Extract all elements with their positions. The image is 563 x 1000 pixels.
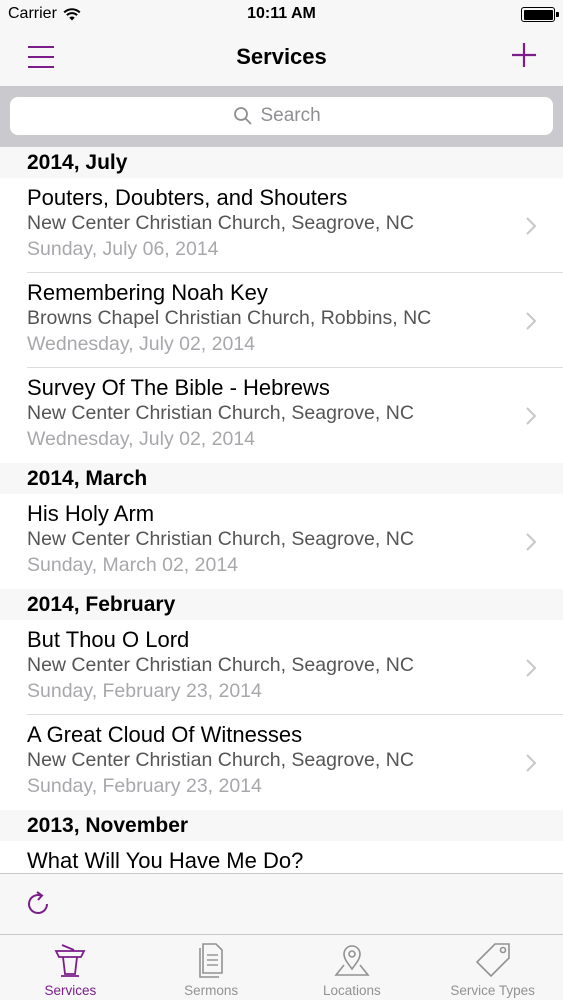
tab-label: Locations — [322, 983, 381, 998]
service-location: Browns Chapel Christian Church, Robbins,… — [27, 307, 432, 329]
service-date: Wednesday, July 02, 2014 — [27, 428, 256, 450]
tag-icon — [475, 943, 510, 978]
search-input[interactable] — [260, 105, 331, 127]
add-service-button[interactable] — [509, 40, 539, 70]
service-date: Wednesday, July 02, 2014 — [27, 333, 256, 355]
service-title: Survey Of The Bible - Hebrews — [27, 375, 330, 400]
service-location: New Center Christian Church, Seagrove, N… — [27, 402, 414, 424]
chevron-right-icon — [526, 312, 537, 330]
service-title: Remembering Noah Key — [27, 280, 268, 305]
service-location: New Center Christian Church, Seagrove, N… — [27, 212, 414, 234]
chevron-right-icon — [526, 407, 537, 425]
chevron-right-icon — [526, 533, 537, 551]
service-title: A Great Cloud Of Witnesses — [27, 722, 303, 747]
service-title: What Will You Have Me Do? — [27, 848, 304, 873]
tab-services[interactable]: Services — [0, 935, 141, 1000]
section-header: 2014, March — [0, 463, 563, 494]
services-list[interactable]: 2014, July Pouters, Doubters, and Shoute… — [0, 147, 563, 873]
search-icon — [233, 107, 252, 125]
service-location: New Center Christian Church, Seagrove, N… — [27, 749, 414, 771]
refresh-icon — [28, 891, 48, 914]
search-field[interactable] — [10, 97, 553, 135]
search-bar — [0, 87, 563, 147]
service-title: But Thou O Lord — [27, 627, 190, 652]
service-row[interactable]: What Will You Have Me Do? — [0, 841, 563, 873]
tab-locations[interactable]: Locations — [282, 935, 423, 1000]
tab-bar: Services Sermons Locations Service Types — [0, 934, 563, 1000]
chevron-right-icon — [526, 754, 537, 772]
chevron-right-icon — [526, 659, 537, 677]
tab-service-types[interactable]: Service Types — [422, 935, 563, 1000]
chevron-right-icon — [526, 217, 537, 235]
service-row[interactable]: But Thou O Lord New Center Christian Chu… — [0, 620, 563, 715]
status-bar: Carrier 10:11 AM — [0, 0, 563, 30]
service-date: Sunday, February 23, 2014 — [27, 775, 262, 797]
battery-icon — [521, 7, 559, 22]
service-location: New Center Christian Church, Seagrove, N… — [27, 528, 414, 550]
service-row[interactable]: His Holy Arm New Center Christian Church… — [0, 494, 563, 589]
podium-icon — [54, 944, 86, 977]
service-title: Pouters, Doubters, and Shouters — [27, 185, 348, 210]
tab-label: Services — [44, 983, 97, 998]
tab-sermons[interactable]: Sermons — [141, 935, 282, 1000]
navigation-bar: Services — [0, 30, 563, 87]
status-time: 10:11 AM — [247, 5, 316, 22]
tab-label: Sermons — [184, 983, 239, 998]
section-header: 2014, February — [0, 589, 563, 620]
service-row[interactable]: A Great Cloud Of Witnesses New Center Ch… — [0, 715, 563, 810]
page-title: Services — [236, 44, 327, 69]
plus-icon — [512, 43, 536, 67]
service-date: Sunday, March 02, 2014 — [27, 554, 239, 576]
service-title: His Holy Arm — [27, 501, 155, 526]
map-pin-icon — [334, 945, 370, 976]
service-date: Sunday, July 06, 2014 — [27, 238, 219, 260]
service-row[interactable]: Pouters, Doubters, and Shouters New Cent… — [0, 178, 563, 273]
section-header: 2013, November — [0, 810, 563, 841]
service-row[interactable]: Remembering Noah Key Browns Chapel Chris… — [0, 273, 563, 368]
service-date: Sunday, February 23, 2014 — [27, 680, 262, 702]
bottom-toolbar — [0, 873, 563, 934]
service-row[interactable]: Survey Of The Bible - Hebrews New Center… — [0, 368, 563, 463]
service-location: New Center Christian Church, Seagrove, N… — [27, 654, 414, 676]
document-icon — [199, 943, 223, 978]
refresh-button[interactable] — [24, 889, 54, 919]
tab-label: Service Types — [450, 983, 535, 998]
section-header: 2014, July — [0, 147, 563, 178]
